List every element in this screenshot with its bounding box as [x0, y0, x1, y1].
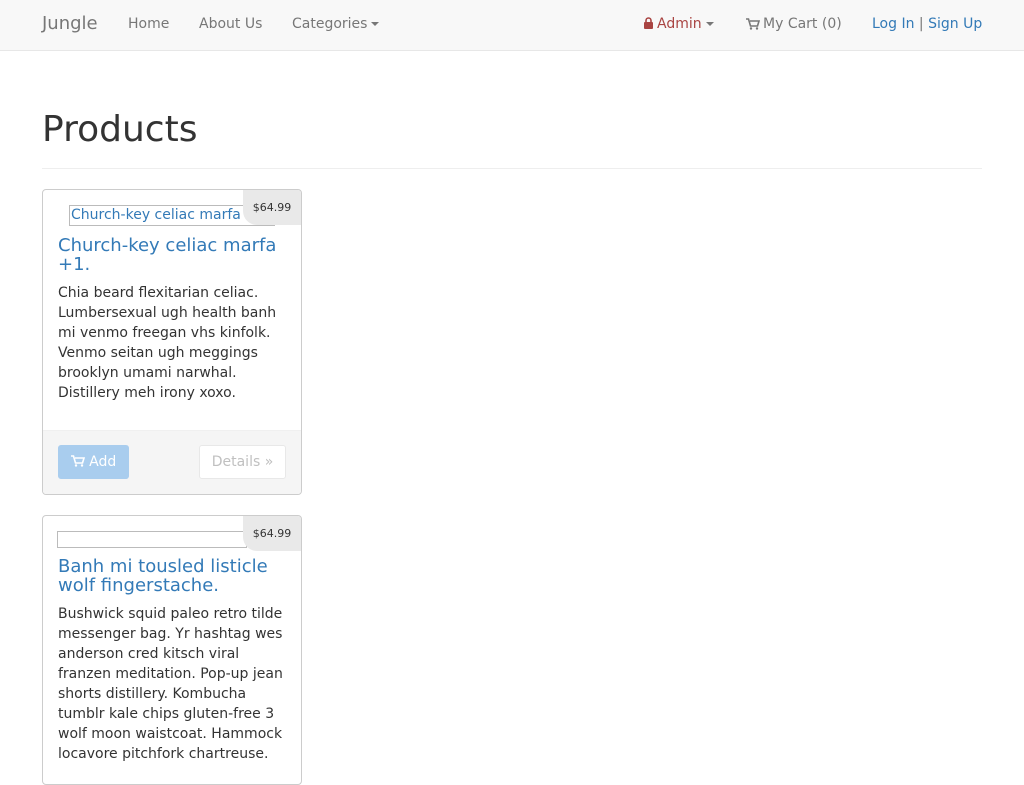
nav-cart[interactable]: My Cart (0)	[746, 16, 842, 32]
header-divider	[42, 168, 982, 169]
nav-admin-dropdown[interactable]: Admin	[644, 16, 714, 32]
nav-cart-label: My Cart (0)	[763, 16, 842, 32]
card-footer: Add Details »	[43, 430, 301, 494]
auth-separator: |	[918, 16, 924, 32]
login-link[interactable]: Log In	[872, 16, 914, 32]
product-title[interactable]: Church-key celiac marfa +1.	[58, 236, 288, 274]
add-button-label: Add	[89, 454, 117, 470]
nav-categories-label: Categories	[292, 16, 368, 32]
shopping-cart-icon	[746, 18, 760, 30]
price-tag: $64.99	[243, 516, 301, 551]
signup-link[interactable]: Sign Up	[928, 16, 982, 32]
nav-about[interactable]: About Us	[199, 16, 262, 32]
nav-home[interactable]: Home	[128, 16, 169, 32]
product-image[interactable]	[57, 531, 247, 548]
nav-admin-label: Admin	[657, 16, 702, 32]
navbar: Jungle Home About Us Categories Admin My…	[0, 0, 1024, 51]
product-card: $64.99 Banh mi tousled listicle wolf fin…	[42, 515, 302, 785]
nav-categories-dropdown[interactable]: Categories	[292, 16, 380, 32]
auth-links: Log In | Sign Up	[872, 16, 982, 32]
product-description: Bushwick squid paleo retro tilde messeng…	[58, 606, 283, 762]
caret-down-icon	[705, 22, 714, 26]
product-description: Chia beard flexitarian celiac. Lumbersex…	[58, 285, 277, 401]
product-card: Church-key celiac marfa $64.99 Church-ke…	[42, 189, 302, 495]
lock-icon	[644, 17, 653, 29]
price-tag: $64.99	[243, 190, 301, 225]
product-title[interactable]: Banh mi tousled listicle wolf fingerstac…	[58, 557, 288, 595]
shopping-cart-icon	[70, 455, 85, 467]
brand-link[interactable]: Jungle	[42, 13, 98, 34]
caret-down-icon	[371, 22, 380, 26]
details-button[interactable]: Details »	[199, 445, 286, 479]
add-to-cart-button[interactable]: Add	[58, 445, 129, 479]
page-title: Products	[42, 109, 198, 150]
